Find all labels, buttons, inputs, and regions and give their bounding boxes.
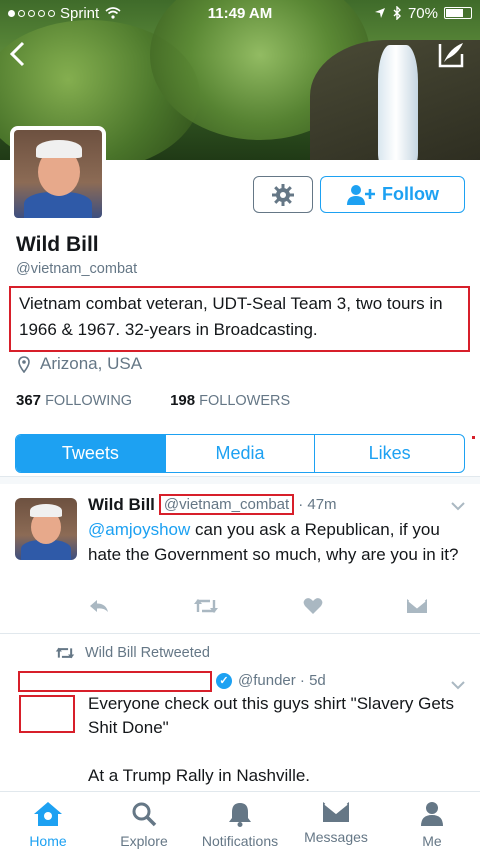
tab-media[interactable]: Media	[164, 435, 315, 472]
profile-avatar[interactable]	[10, 126, 106, 222]
tweet-actions	[88, 597, 428, 615]
verified-badge-icon: ✓	[216, 672, 232, 689]
section-divider	[0, 476, 480, 484]
location-text: Arizona, USA	[40, 354, 143, 373]
nav-messages[interactable]: Messages	[288, 792, 384, 854]
nav-explore[interactable]: Explore	[96, 792, 192, 854]
profile-tabs: Tweets Media Likes	[15, 434, 465, 473]
status-bar: Sprint 11:49 AM 70%	[0, 0, 480, 26]
tweet-timestamp: · 47m	[298, 496, 337, 513]
nav-me[interactable]: Me	[384, 792, 480, 854]
followers-label: FOLLOWERS	[199, 393, 291, 409]
envelope-icon	[406, 599, 427, 613]
follow-button-label: Follow	[382, 184, 439, 204]
tweet-menu-button[interactable]	[451, 498, 465, 514]
reply-button[interactable]	[88, 597, 110, 615]
tweet-author-name[interactable]: Wild Bill	[88, 495, 155, 515]
tweet-mention[interactable]: @amjoyshow	[88, 520, 190, 539]
bottom-tab-bar: Home Explore Notifications Messages Me	[0, 791, 480, 854]
tab-tweets[interactable]: Tweets	[16, 435, 165, 472]
tweet-avatar[interactable]	[15, 498, 77, 560]
battery-icon	[444, 7, 472, 19]
tweet-header: Wild Bill @vietnam_combat · 47m	[88, 494, 337, 515]
nav-explore-label: Explore	[120, 833, 168, 849]
tweet-divider	[0, 633, 480, 634]
search-icon	[132, 802, 157, 827]
nav-home-label: Home	[29, 833, 67, 849]
home-icon	[34, 802, 62, 826]
location-pin-icon	[18, 355, 30, 373]
followers-link[interactable]: 198 FOLLOWERS	[170, 392, 290, 409]
redacted-author-name	[18, 671, 212, 692]
nav-messages-label: Messages	[304, 829, 368, 845]
clock: 11:49 AM	[207, 4, 273, 22]
chevron-down-icon	[451, 681, 465, 690]
add-user-icon	[347, 184, 375, 205]
profile-handle: @vietnam_combat	[16, 261, 138, 277]
following-count: 367	[16, 392, 42, 409]
compose-button[interactable]	[436, 40, 466, 70]
retweet-indicator-text: Wild Bill Retweeted	[85, 645, 210, 661]
nav-notifications[interactable]: Notifications	[192, 792, 288, 854]
tweet2-menu-button[interactable]	[451, 677, 465, 693]
profile-location: Arizona, USA	[18, 354, 142, 374]
tab-likes[interactable]: Likes	[314, 435, 464, 472]
tweet2-handle-time[interactable]: @funder · 5d	[238, 672, 326, 689]
follow-button[interactable]: Follow	[320, 176, 465, 213]
like-button[interactable]	[303, 597, 323, 615]
profile-bio: Vietnam combat veteran, UDT-Seal Team 3,…	[9, 286, 470, 352]
redacted-avatar	[19, 695, 75, 733]
tweet2-text: Everyone check out this guys shirt "Slav…	[88, 694, 455, 785]
chevron-down-icon	[451, 502, 465, 511]
profile-name: Wild Bill	[16, 233, 99, 256]
reply-icon	[90, 600, 108, 612]
retweet-icon	[55, 647, 75, 659]
tweet-author-handle[interactable]: @vietnam_combat	[158, 494, 295, 515]
direct-message-button[interactable]	[406, 597, 428, 615]
gear-icon	[272, 183, 294, 206]
annotation-mark	[472, 436, 475, 439]
following-label: FOLLOWING	[45, 393, 133, 409]
back-button[interactable]	[8, 40, 38, 70]
tweet-text: @amjoyshow can you ask a Republican, if …	[88, 517, 468, 567]
profile-stats: 367 FOLLOWING 198 FOLLOWERS	[16, 392, 290, 409]
retweet-button[interactable]	[193, 597, 219, 615]
nav-notifications-label: Notifications	[201, 833, 279, 849]
retweet-indicator: Wild Bill Retweeted	[55, 645, 210, 661]
bell-icon	[229, 803, 251, 827]
envelope-icon	[323, 802, 349, 822]
nav-home[interactable]: Home	[0, 792, 96, 854]
chevron-left-icon	[9, 41, 25, 67]
followers-count: 198	[170, 392, 196, 409]
following-link[interactable]: 367 FOLLOWING	[16, 392, 132, 409]
tweet2-header: ✓ @funder · 5d	[216, 672, 326, 689]
person-icon	[421, 802, 443, 826]
heart-icon	[303, 598, 323, 614]
settings-button[interactable]	[253, 176, 313, 213]
nav-me-label: Me	[422, 833, 442, 849]
retweet-icon	[194, 599, 219, 613]
compose-feather-icon	[438, 43, 464, 68]
